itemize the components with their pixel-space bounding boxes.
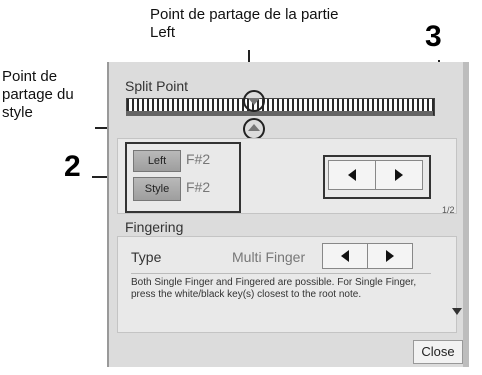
close-button[interactable]: Close	[413, 340, 463, 364]
callout-number-3: 3	[425, 20, 442, 53]
split-point-screen: Split Point Left F#2 Style F#2 1/2 Finge…	[107, 62, 469, 367]
fingering-description: Both Single Finger and Fingered are poss…	[131, 273, 431, 301]
up-triangle-icon	[248, 124, 260, 131]
triangle-left-icon	[341, 250, 349, 262]
callout-number-2: 2	[64, 150, 81, 183]
page-indicator: 1/2	[442, 205, 455, 215]
triangle-left-icon	[348, 169, 356, 181]
scroll-down-icon[interactable]	[452, 308, 462, 315]
style-split-annotation: Point de partage du style	[2, 68, 74, 121]
down-triangle-icon	[248, 98, 260, 105]
fingering-title: Fingering	[125, 219, 184, 235]
split-next-button[interactable]	[375, 160, 423, 190]
left-split-marker[interactable]	[243, 90, 265, 112]
left-note-value: F#2	[186, 151, 211, 167]
left-split-annotation: Point de partage de la partie Left	[150, 6, 339, 41]
keyboard-base	[126, 111, 433, 116]
triangle-right-icon	[395, 169, 403, 181]
split-point-title: Split Point	[125, 78, 189, 94]
triangle-right-icon	[386, 250, 394, 262]
fingering-next-button[interactable]	[367, 243, 413, 269]
split-prev-button[interactable]	[328, 160, 376, 190]
screen-edge	[463, 62, 469, 367]
type-label: Type	[131, 249, 162, 265]
style-split-marker[interactable]	[243, 118, 265, 140]
fingering-prev-button[interactable]	[322, 243, 368, 269]
style-note-value: F#2	[186, 179, 211, 195]
style-button[interactable]: Style	[133, 177, 181, 201]
type-value: Multi Finger	[232, 249, 306, 265]
left-button[interactable]: Left	[133, 150, 181, 172]
